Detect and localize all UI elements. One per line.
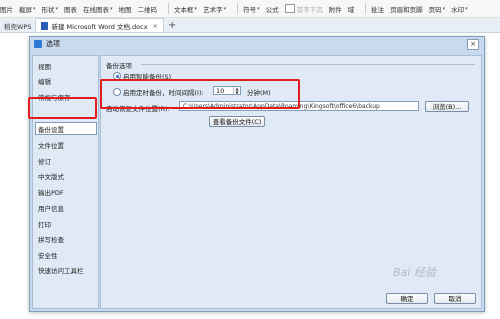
ribbon-online-chart[interactable]: 在线图表 ▾	[83, 4, 113, 14]
close-icon[interactable]: ×	[467, 39, 479, 50]
ribbon-field-label: 域	[347, 5, 355, 14]
word-document-icon	[41, 21, 49, 30]
sidebar-item-file-location[interactable]: 文件位置	[38, 140, 64, 150]
chevron-down-icon: ▾	[257, 5, 260, 12]
sidebar-item-quick-access[interactable]: 快速访问工具栏	[38, 265, 84, 275]
backup-options-group-title: 备份选项	[106, 62, 132, 70]
sidebar-item-revision[interactable]: 修订	[38, 156, 51, 166]
ribbon-wordart[interactable]: 艺术字 ▾	[203, 4, 226, 14]
ribbon-field[interactable]: 域	[348, 4, 355, 14]
ribbon-symbol[interactable]: 符号 ▾	[243, 4, 260, 14]
ribbon-watermark[interactable]: 水印 ▾	[451, 4, 468, 14]
ribbon-attachment-label: 附件	[328, 5, 342, 14]
document-tab-bar: 稻壳WPS 新建 Microsoft Word 文档.docx × +	[0, 18, 500, 33]
chevron-down-icon: ▾	[442, 5, 446, 12]
ribbon-wordart-label: 艺术字	[203, 5, 223, 14]
sidebar-item-chinese-layout[interactable]: 中文版式	[38, 171, 64, 181]
ribbon-screenshot-label: 截屏	[19, 5, 32, 14]
ribbon-dropcap-label: 首字下沉	[296, 5, 323, 14]
chevron-down-icon: ▾	[194, 5, 198, 12]
add-tab-icon[interactable]: +	[168, 20, 176, 32]
cancel-button[interactable]: 取消	[434, 293, 476, 304]
options-sidebar: 视图 编辑 常规与保存 备份设置 文件位置 修订 中文版式 输出PDF 用户信息…	[32, 55, 99, 309]
ok-button[interactable]: 确定	[386, 293, 428, 304]
chevron-down-icon: ▾	[33, 5, 36, 12]
dialog-title-bar[interactable]: 选项	[30, 37, 484, 51]
ribbon-map[interactable]: 地图	[119, 4, 132, 14]
ribbon-dropcap[interactable]: 首字下沉	[284, 4, 323, 14]
ribbon-toolbar: 图片 截屏 ▾ 形状 ▾ 图表 在线图表 ▾ 地图 二维码 文本框 ▾ 艺术字 ▾ 符号 ▾…	[0, 0, 500, 18]
tab-wps-home[interactable]: 稻壳WPS	[0, 20, 35, 32]
ribbon-divider	[237, 3, 239, 14]
sidebar-item-spellcheck[interactable]: 拼写检查	[38, 234, 64, 244]
ribbon-symbol-label: 符号	[243, 5, 257, 14]
ribbon-screenshot[interactable]: 截屏 ▾	[19, 4, 36, 14]
ribbon-page-number[interactable]: 页码 ▾	[429, 4, 446, 14]
group-divider	[141, 64, 475, 65]
ribbon-page-number-label: 页码	[428, 5, 442, 14]
sidebar-item-edit[interactable]: 编辑	[38, 76, 51, 86]
chevron-down-icon: ▾	[110, 5, 113, 12]
ribbon-map-label: 地图	[118, 5, 132, 14]
ribbon-attachment[interactable]: 附件	[329, 4, 342, 14]
ribbon-textbox-label: 文本框	[174, 5, 194, 14]
ribbon-online-chart-label: 在线图表	[83, 5, 110, 14]
ribbon-header-footer-label: 页眉和页脚	[390, 5, 423, 14]
ribbon-divider	[168, 3, 170, 14]
sidebar-item-print[interactable]: 打印	[38, 219, 51, 229]
ribbon-watermark-label: 水印	[451, 5, 465, 14]
ribbon-divider	[365, 3, 367, 14]
chevron-down-icon: ▾	[223, 5, 227, 12]
sidebar-item-security[interactable]: 安全性	[38, 250, 58, 260]
ribbon-textbox[interactable]: 文本框 ▾	[174, 4, 197, 14]
view-backup-files-button[interactable]: 查看备份文件(C)	[209, 116, 265, 127]
sidebar-item-user-info[interactable]: 用户信息	[38, 203, 64, 213]
ribbon-chart-label: 图表	[64, 5, 78, 14]
ribbon-shape[interactable]: 形状 ▾	[42, 4, 59, 14]
ribbon-comment-label: 批注	[371, 5, 385, 14]
wps-app-icon	[34, 40, 42, 48]
ribbon-shape-label: 形状	[41, 5, 55, 14]
sidebar-item-backup[interactable]: 备份设置	[38, 124, 64, 134]
dropcap-icon	[284, 4, 295, 13]
sidebar-item-export-pdf[interactable]: 输出PDF	[38, 187, 64, 197]
baidu-watermark: Bai 经验	[393, 266, 436, 279]
ribbon-chart[interactable]: 图表	[64, 4, 77, 14]
tab-wps-home-label: 稻壳WPS	[4, 23, 32, 31]
tab-active-document-label: 新建 Microsoft Word 文档.docx	[51, 22, 148, 31]
ribbon-qrcode[interactable]: 二维码	[138, 4, 158, 14]
highlight-backup-sidebar	[28, 97, 97, 119]
ribbon-header-footer[interactable]: 页眉和页脚	[390, 4, 423, 14]
ribbon-picture-label: 图片	[0, 5, 13, 14]
sidebar-item-view[interactable]: 视图	[38, 61, 51, 71]
ribbon-comment[interactable]: 批注	[371, 4, 384, 14]
ribbon-formula-label: 公式	[265, 5, 279, 14]
ribbon-picture[interactable]: 图片	[0, 4, 13, 14]
browse-button[interactable]: 浏览(B)...	[425, 101, 469, 112]
highlight-timed-backup	[100, 79, 300, 109]
dialog-title: 选项	[46, 40, 60, 48]
chevron-down-icon: ▾	[465, 5, 468, 12]
ribbon-qrcode-label: 二维码	[137, 5, 158, 14]
close-icon[interactable]: ×	[153, 22, 158, 30]
tab-active-document[interactable]: 新建 Microsoft Word 文档.docx ×	[35, 18, 165, 32]
ribbon-formula[interactable]: 公式	[266, 4, 279, 14]
chevron-down-icon: ▾	[55, 5, 59, 12]
